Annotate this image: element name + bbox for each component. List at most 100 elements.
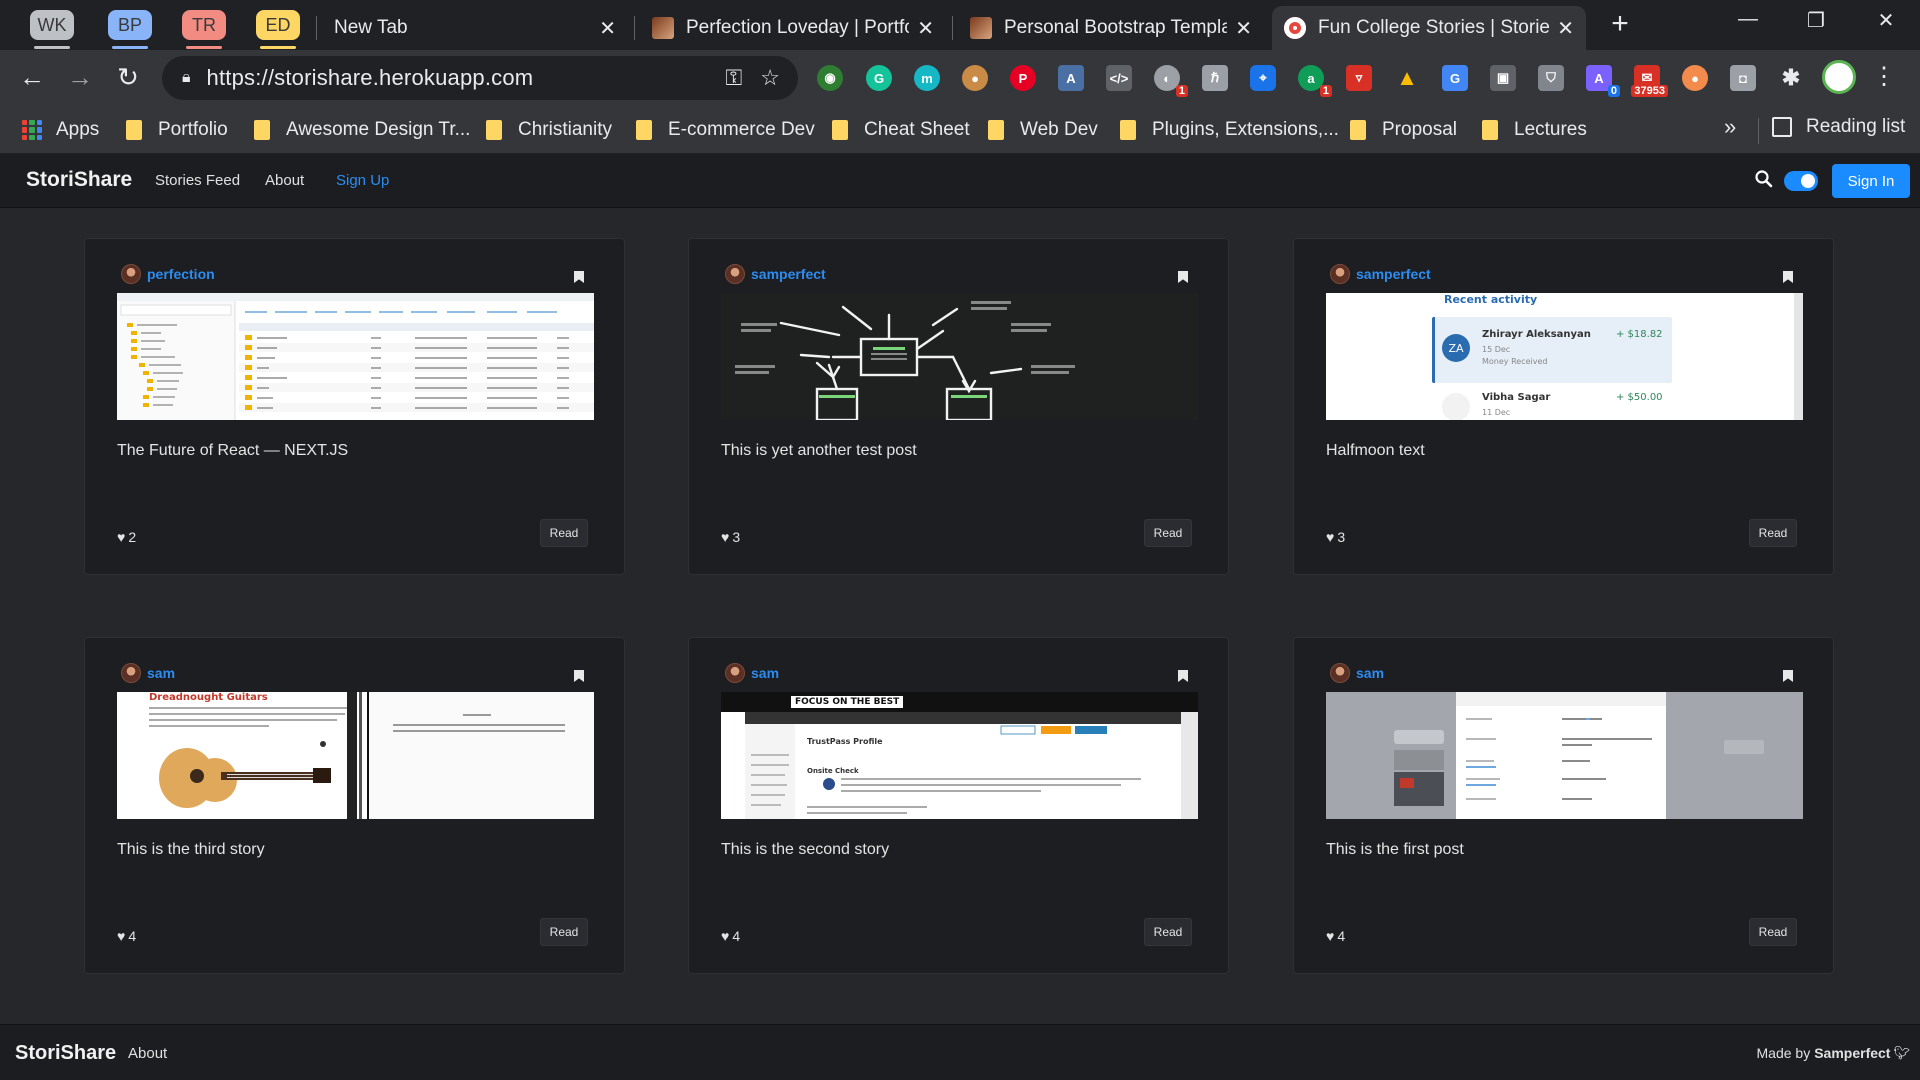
forward-arrow-icon[interactable]: → bbox=[64, 62, 96, 94]
browser-menu-icon[interactable]: ⋮ bbox=[1872, 62, 1896, 91]
nav-stories-feed[interactable]: Stories Feed bbox=[155, 172, 240, 189]
tab-portfolio[interactable]: Perfection Loveday | Portfolio ✕ bbox=[640, 6, 946, 50]
restore-icon[interactable]: ❐ bbox=[1796, 8, 1836, 33]
extension-gray-icon[interactable]: ◐ 1 bbox=[1154, 65, 1188, 97]
google-translate-icon[interactable]: G bbox=[1442, 65, 1468, 91]
story-title[interactable]: This is the second story bbox=[721, 841, 889, 859]
bookmarks-overflow-icon[interactable]: » bbox=[1724, 114, 1736, 140]
grammarly-icon[interactable]: G bbox=[866, 65, 892, 91]
tab-group-tr[interactable]: TR bbox=[182, 10, 226, 49]
story-thumbnail[interactable] bbox=[721, 293, 1198, 420]
bookmark-folder[interactable]: Cheat Sheet bbox=[832, 116, 970, 144]
extensions-puzzle-icon[interactable]: ✱ bbox=[1778, 65, 1804, 91]
bookmark-icon[interactable] bbox=[1783, 271, 1793, 283]
reading-list-button[interactable]: Reading list bbox=[1772, 116, 1905, 138]
sign-in-button[interactable]: Sign In bbox=[1832, 164, 1910, 198]
bookmark-apps[interactable]: Apps bbox=[22, 116, 99, 144]
bookmark-icon[interactable] bbox=[1178, 271, 1188, 283]
story-thumbnail[interactable]: Dreadnought Guitars bbox=[117, 692, 594, 819]
key-icon[interactable]: ⚿ bbox=[726, 65, 743, 91]
pinterest-icon[interactable]: P bbox=[1010, 65, 1036, 91]
code-view-icon[interactable]: </> bbox=[1106, 65, 1132, 91]
bookmark-folder[interactable]: Plugins, Extensions,... bbox=[1120, 116, 1339, 144]
story-title[interactable]: This is yet another test post bbox=[721, 442, 917, 460]
address-url[interactable]: https://storishare.herokuapp.com bbox=[207, 65, 726, 91]
like-count[interactable]: ♥ 4 bbox=[117, 928, 136, 944]
google-drive-icon[interactable]: ▲ bbox=[1394, 65, 1420, 91]
new-tab-plus-icon[interactable]: + bbox=[1604, 9, 1636, 41]
story-author[interactable]: samperfect bbox=[1330, 264, 1431, 284]
story-author[interactable]: sam bbox=[725, 663, 779, 683]
profile-avatar[interactable] bbox=[1822, 60, 1856, 94]
bookmark-star-icon[interactable]: ☆ bbox=[760, 65, 780, 91]
like-count[interactable]: ♥ 4 bbox=[721, 928, 740, 944]
bookmark-icon[interactable] bbox=[1178, 670, 1188, 682]
read-button[interactable]: Read bbox=[540, 519, 588, 547]
camera-icon[interactable]: ◘ bbox=[1730, 65, 1756, 91]
bookmark-folder[interactable]: Portfolio bbox=[126, 116, 228, 144]
extension-window-icon[interactable]: ▣ bbox=[1490, 65, 1516, 91]
site-brand[interactable]: StoriShare bbox=[26, 168, 132, 192]
extension-purple-icon[interactable]: A0 bbox=[1586, 65, 1620, 97]
story-author[interactable]: samperfect bbox=[725, 264, 826, 284]
nav-about[interactable]: About bbox=[265, 172, 304, 189]
bookmark-folder[interactable]: Christianity bbox=[486, 116, 612, 144]
story-title[interactable]: Halfmoon text bbox=[1326, 442, 1425, 460]
reload-icon[interactable]: ↻ bbox=[112, 62, 144, 94]
cookie-icon[interactable]: ● bbox=[962, 65, 988, 91]
like-count[interactable]: ♥ 2 bbox=[117, 529, 136, 545]
footer-brand[interactable]: StoriShare bbox=[15, 1042, 116, 1065]
read-button[interactable]: Read bbox=[540, 918, 588, 946]
pocket-icon[interactable]: ▿ bbox=[1346, 65, 1372, 91]
tab-storishare-active[interactable]: Fun College Stories | Stories ✕ bbox=[1272, 6, 1586, 50]
story-title[interactable]: This is the first post bbox=[1326, 841, 1464, 859]
extension-text-icon[interactable]: A bbox=[1058, 65, 1084, 91]
read-button[interactable]: Read bbox=[1144, 519, 1192, 547]
extension-puzzle-tile-icon[interactable]: ℏ bbox=[1202, 65, 1228, 91]
minimize-icon[interactable]: — bbox=[1728, 8, 1768, 31]
footer-author-link[interactable]: Samperfect bbox=[1814, 1045, 1890, 1061]
like-count[interactable]: ♥ 4 bbox=[1326, 928, 1345, 944]
story-thumbnail[interactable]: FOCUS ON THE BEST TrustPass Profile Onsi… bbox=[721, 692, 1198, 819]
extension-orange-icon[interactable]: ● bbox=[1682, 65, 1708, 91]
location-pin-icon[interactable]: ⌖ bbox=[1250, 65, 1276, 91]
tab-group-wk[interactable]: WK bbox=[30, 10, 74, 49]
extension-m-icon[interactable]: m bbox=[914, 65, 940, 91]
bookmark-folder[interactable]: Proposal bbox=[1350, 116, 1457, 144]
tab-group-bp[interactable]: BP bbox=[108, 10, 152, 49]
dark-mode-toggle[interactable] bbox=[1784, 171, 1818, 191]
footer-about-link[interactable]: About bbox=[128, 1045, 167, 1062]
twitter-icon[interactable]: 🐦︎ bbox=[1893, 1045, 1910, 1061]
story-author[interactable]: sam bbox=[121, 663, 175, 683]
extension-a-icon[interactable]: a1 bbox=[1298, 65, 1332, 97]
read-button[interactable]: Read bbox=[1749, 519, 1797, 547]
story-title[interactable]: The Future of React — NEXT.JS bbox=[117, 442, 348, 460]
read-button[interactable]: Read bbox=[1749, 918, 1797, 946]
bookmark-icon[interactable] bbox=[574, 670, 584, 682]
story-author[interactable]: perfection bbox=[121, 264, 215, 284]
bookmark-folder[interactable]: Web Dev bbox=[988, 116, 1098, 144]
tab-close-icon[interactable]: ✕ bbox=[1557, 16, 1574, 41]
back-arrow-icon[interactable]: ← bbox=[16, 62, 48, 94]
bookmark-icon[interactable] bbox=[574, 271, 584, 283]
story-thumbnail[interactable] bbox=[117, 293, 594, 420]
tab-close-icon[interactable]: ✕ bbox=[599, 16, 616, 41]
story-thumbnail[interactable] bbox=[1326, 692, 1803, 819]
shield-icon[interactable]: ⛉ bbox=[1538, 65, 1564, 91]
tab-new-tab[interactable]: New Tab ✕ bbox=[322, 6, 628, 50]
like-count[interactable]: ♥ 3 bbox=[721, 529, 740, 545]
tab-close-icon[interactable]: ✕ bbox=[917, 16, 934, 41]
search-icon[interactable] bbox=[1754, 169, 1774, 189]
mail-icon[interactable]: ✉ 37953 bbox=[1631, 65, 1668, 97]
story-author[interactable]: sam bbox=[1330, 663, 1384, 683]
bookmark-folder[interactable]: Lectures bbox=[1482, 116, 1587, 144]
bookmark-icon[interactable] bbox=[1783, 670, 1793, 682]
tab-bootstrap-template[interactable]: Personal Bootstrap Template ✕ bbox=[958, 6, 1264, 50]
bookmark-folder[interactable]: E-commerce Dev bbox=[636, 116, 815, 144]
like-count[interactable]: ♥ 3 bbox=[1326, 529, 1345, 545]
tab-group-ed[interactable]: ED bbox=[256, 10, 300, 49]
address-bar[interactable]: 🔒︎ https://storishare.herokuapp.com ⚿ ☆ bbox=[162, 56, 798, 100]
story-thumbnail[interactable]: Recent activity ZA Zhirayr Aleksanyan 15… bbox=[1326, 293, 1803, 420]
close-window-icon[interactable]: ✕ bbox=[1866, 8, 1906, 33]
read-button[interactable]: Read bbox=[1144, 918, 1192, 946]
